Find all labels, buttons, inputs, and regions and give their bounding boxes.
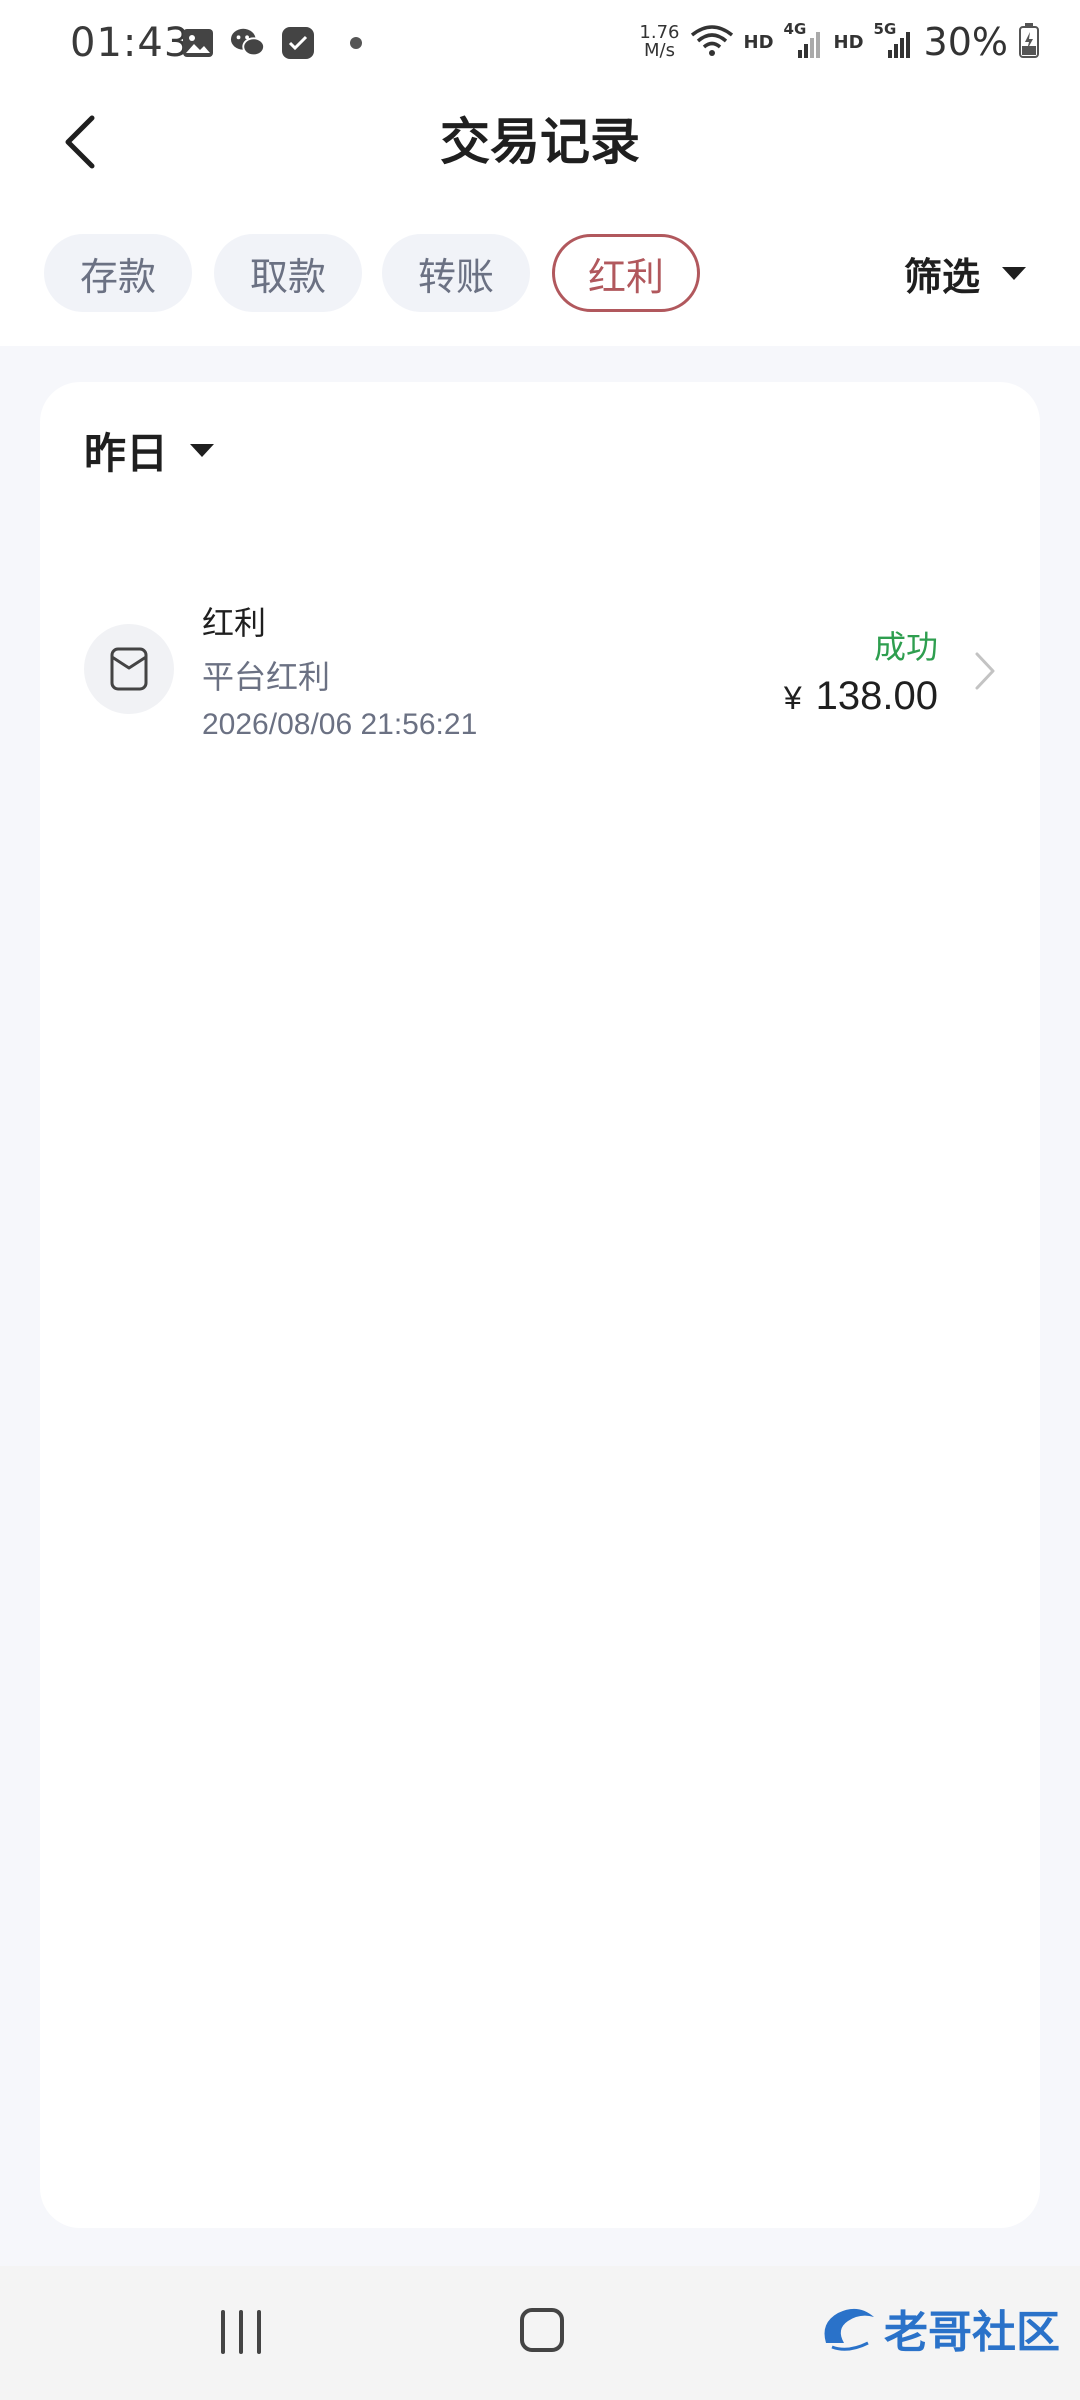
caret-down-icon [190, 444, 215, 457]
hd-label: HD [743, 31, 774, 53]
type-tabs: 存款 取款 转账 红利 筛选 [0, 208, 1080, 346]
currency-symbol: ¥ [783, 680, 802, 716]
page-title: 交易记录 [440, 113, 640, 171]
transaction-row[interactable]: 红利 平台红利 2026/08/06 21:56:21 成功 ¥ 138.00 [40, 602, 1040, 762]
transaction-time: 2026/08/06 21:56:21 [202, 708, 478, 741]
signal-4g-icon: 4G [784, 20, 824, 60]
transaction-type: 红利 [202, 604, 267, 642]
caret-down-icon [1002, 266, 1026, 280]
signal-5g-icon: 5G [874, 20, 914, 60]
network-speed: 1.76 M/s [639, 22, 680, 61]
watermark-logo: 老哥社区 [818, 2296, 1060, 2360]
tab-transfer[interactable]: 转账 [382, 234, 530, 312]
wechat-icon [230, 26, 266, 60]
wallet-icon [84, 624, 174, 714]
status-right-icons: 1.76 M/s HD 4G HD 5G 30% [639, 20, 1040, 64]
filter-button[interactable]: 筛选 [904, 234, 1026, 312]
tab-withdraw[interactable]: 取款 [214, 234, 362, 312]
amount-value: 138.00 [815, 674, 938, 718]
chevron-right-icon [970, 646, 1000, 696]
back-button[interactable] [50, 102, 110, 182]
system-nav-bar: 老哥社区 [0, 2266, 1080, 2400]
home-button[interactable] [520, 2308, 564, 2352]
battery-percent: 30% [923, 20, 1008, 64]
hd-label-2: HD [833, 31, 864, 53]
back-arrow-icon [65, 115, 95, 169]
date-range-selector[interactable]: 昨日 [84, 420, 215, 481]
date-range-label: 昨日 [84, 429, 169, 478]
wifi-icon [690, 23, 734, 61]
app-notification-icon [280, 26, 316, 60]
battery-icon [1018, 22, 1040, 62]
filter-label: 筛选 [903, 254, 980, 299]
watermark-text: 老哥社区 [884, 2307, 1060, 2358]
dragon-icon [824, 2308, 874, 2351]
status-time: 01:43 [70, 20, 191, 66]
gallery-icon [180, 26, 216, 60]
status-badge: 成功 [873, 628, 938, 666]
transactions-card: 昨日 红利 平台红利 2026/08/06 21:56:21 成功 ¥ 138.… [40, 382, 1040, 2228]
transaction-amount: ¥ 138.00 [784, 674, 938, 719]
more-notifications-dot [350, 37, 362, 49]
status-bar: 01:43 1.76 M/s HD 4G HD 5G 30% [0, 0, 1080, 88]
transaction-description: 平台红利 [202, 658, 331, 696]
tab-bonus[interactable]: 红利 [552, 234, 700, 312]
notification-icons [180, 26, 362, 60]
recent-apps-button[interactable] [216, 2310, 266, 2356]
tab-deposit[interactable]: 存款 [44, 234, 192, 312]
